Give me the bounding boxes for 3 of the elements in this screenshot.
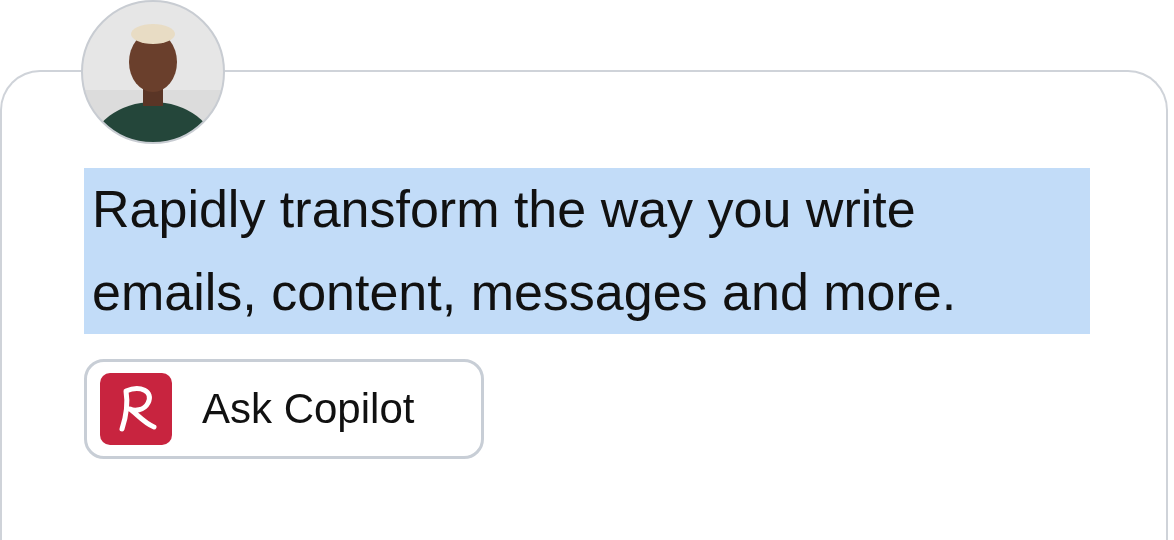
logo-icon	[100, 373, 172, 445]
message-text: Rapidly transform the way you write emails, content, messages and more.	[84, 168, 1090, 334]
ask-copilot-button[interactable]: Ask Copilot	[84, 359, 484, 459]
